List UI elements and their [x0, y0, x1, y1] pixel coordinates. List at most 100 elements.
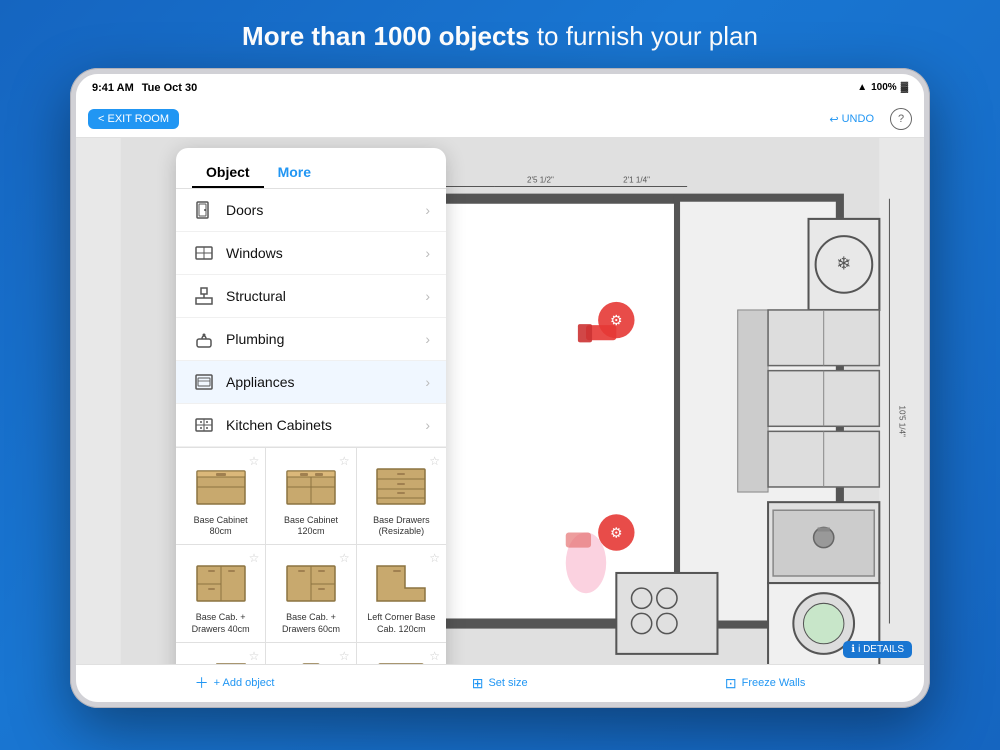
freeze-walls-label: Freeze Walls	[742, 677, 806, 689]
star-1[interactable]: ☆	[249, 454, 260, 468]
appliances-icon	[192, 370, 216, 394]
windows-icon	[192, 241, 216, 265]
svg-text:⚙: ⚙	[610, 525, 623, 541]
star-4[interactable]: ☆	[249, 551, 260, 565]
doors-icon	[192, 198, 216, 222]
add-object-button[interactable]: ＋ + Add object	[195, 673, 275, 693]
header-title: More than 1000 objects to furnish your p…	[242, 21, 758, 51]
set-size-label: Set size	[488, 677, 527, 689]
cabinet-name-4: Base Cab. +Drawers 40cm	[192, 612, 250, 635]
undo-icon: ↩	[829, 113, 838, 126]
resize-icon: ⊞	[472, 675, 484, 692]
bottom-toolbar: ＋ + Add object ⊞ Set size ⊡ Freeze Walls	[76, 664, 924, 702]
battery-level: 100%	[871, 82, 897, 93]
floor-plan-area[interactable]: ❄	[76, 138, 924, 664]
set-size-button[interactable]: ⊞ Set size	[472, 675, 528, 692]
cabinet-item-base-cab-drawers-40[interactable]: ☆ Base C	[176, 545, 265, 641]
doors-chevron: ›	[425, 202, 430, 218]
structural-icon	[192, 284, 216, 308]
cabinet-icon-6	[371, 553, 431, 608]
cabinet-icon-1	[191, 456, 251, 511]
kitchen-cabinets-icon	[192, 413, 216, 437]
panel-tabs: Object More	[176, 148, 446, 189]
status-right: ▲ 100% ▓	[857, 82, 908, 93]
svg-text:10'5 1/4": 10'5 1/4"	[898, 405, 907, 436]
page-header: More than 1000 objects to furnish your p…	[242, 0, 758, 54]
menu-item-appliances[interactable]: Appliances ›	[176, 361, 446, 404]
main-content: ❄	[76, 138, 924, 664]
details-button[interactable]: ℹ i DETAILS	[843, 641, 912, 658]
svg-text:❄: ❄	[836, 253, 851, 273]
add-object-label: + Add object	[214, 677, 275, 689]
structural-chevron: ›	[425, 288, 430, 304]
ipad-frame: 9:41 AM Tue Oct 30 ▲ 100% ▓ < EXIT ROOM …	[70, 68, 930, 708]
doors-label: Doors	[226, 202, 425, 218]
ipad-screen: 9:41 AM Tue Oct 30 ▲ 100% ▓ < EXIT ROOM …	[76, 74, 924, 702]
freeze-icon: ⊡	[725, 675, 737, 692]
structural-label: Structural	[226, 288, 425, 304]
menu-item-windows[interactable]: Windows ›	[176, 232, 446, 275]
help-icon: ?	[898, 113, 904, 125]
status-time: 9:41 AM	[92, 82, 134, 94]
star-5[interactable]: ☆	[339, 551, 350, 565]
menu-item-structural[interactable]: Structural ›	[176, 275, 446, 318]
cabinet-icon-9	[371, 651, 431, 664]
battery-icon: ▓	[901, 82, 908, 93]
cabinet-item-right-corner[interactable]: ☆ Right CornerBase Cab. 120cm	[176, 643, 265, 664]
kitchen-cabinets-chevron: ›	[425, 417, 430, 433]
cabinet-name-6: Left Corner BaseCab. 120cm	[367, 612, 435, 635]
undo-button[interactable]: ↩ UNDO	[829, 113, 874, 126]
appliances-label: Appliances	[226, 374, 425, 390]
menu-item-kitchen-cabinets[interactable]: Kitchen Cabinets ›	[176, 404, 446, 447]
status-left: 9:41 AM Tue Oct 30	[92, 82, 197, 94]
status-bar: 9:41 AM Tue Oct 30 ▲ 100% ▓	[76, 74, 924, 102]
cabinet-item-base-120[interactable]: ☆ Base C	[266, 448, 355, 544]
cabinet-name-1: Base Cabinet80cm	[194, 515, 248, 538]
cabinet-name-5: Base Cab. +Drawers 60cm	[282, 612, 340, 635]
exit-room-label: < EXIT ROOM	[98, 113, 169, 125]
cabinet-icon-7	[191, 651, 251, 664]
cabinet-icon-2	[281, 456, 341, 511]
star-7[interactable]: ☆	[249, 649, 260, 663]
cabinet-name-2: Base Cabinet120cm	[284, 515, 338, 538]
svg-text:2'1 1/4": 2'1 1/4"	[623, 175, 650, 184]
cabinet-icon-8	[281, 651, 341, 664]
tab-object[interactable]: Object	[192, 158, 264, 188]
star-6[interactable]: ☆	[429, 551, 440, 565]
windows-chevron: ›	[425, 245, 430, 261]
cabinet-item-carousel[interactable]: ☆ Carousel BaseCabinet 90cm	[357, 643, 446, 664]
status-date: Tue Oct 30	[142, 82, 197, 94]
windows-label: Windows	[226, 245, 425, 261]
menu-item-plumbing[interactable]: Plumbing ›	[176, 318, 446, 361]
cabinet-item-base-80[interactable]: ☆ Base Cabinet80cm	[176, 448, 265, 544]
add-icon: ＋	[195, 673, 209, 693]
cabinet-item-base-cab-drawers-60[interactable]: ☆ Base C	[266, 545, 355, 641]
appliances-chevron: ›	[425, 374, 430, 390]
undo-label: UNDO	[842, 113, 874, 125]
cabinet-grid: ☆ Base Cabinet80cm	[176, 447, 446, 664]
freeze-walls-button[interactable]: ⊡ Freeze Walls	[725, 675, 806, 692]
cabinet-item-base-filler[interactable]: ☆ Base Filler	[266, 643, 355, 664]
cabinet-item-base-drawers[interactable]: ☆	[357, 448, 446, 544]
tab-more[interactable]: More	[264, 158, 325, 188]
star-8[interactable]: ☆	[339, 649, 350, 663]
star-2[interactable]: ☆	[339, 454, 350, 468]
cabinet-icon-3	[371, 456, 431, 511]
menu-item-doors[interactable]: Doors ›	[176, 189, 446, 232]
help-button[interactable]: ?	[890, 108, 912, 130]
top-toolbar: < EXIT ROOM ↩ UNDO ?	[76, 102, 924, 138]
details-icon: ℹ	[851, 644, 855, 655]
cabinet-icon-4	[191, 553, 251, 608]
cabinet-name-3: Base Drawers(Resizable)	[373, 515, 430, 538]
plumbing-label: Plumbing	[226, 331, 425, 347]
object-panel: Object More Doors ›	[176, 148, 446, 664]
cabinet-icon-5	[281, 553, 341, 608]
star-9[interactable]: ☆	[429, 649, 440, 663]
details-label: i DETAILS	[858, 644, 904, 655]
plumbing-chevron: ›	[425, 331, 430, 347]
cabinet-item-left-corner[interactable]: ☆ Left Corner BaseCab. 120cm	[357, 545, 446, 641]
star-3[interactable]: ☆	[429, 454, 440, 468]
svg-text:2'5 1/2": 2'5 1/2"	[527, 175, 554, 184]
exit-room-button[interactable]: < EXIT ROOM	[88, 109, 179, 129]
plumbing-icon	[192, 327, 216, 351]
